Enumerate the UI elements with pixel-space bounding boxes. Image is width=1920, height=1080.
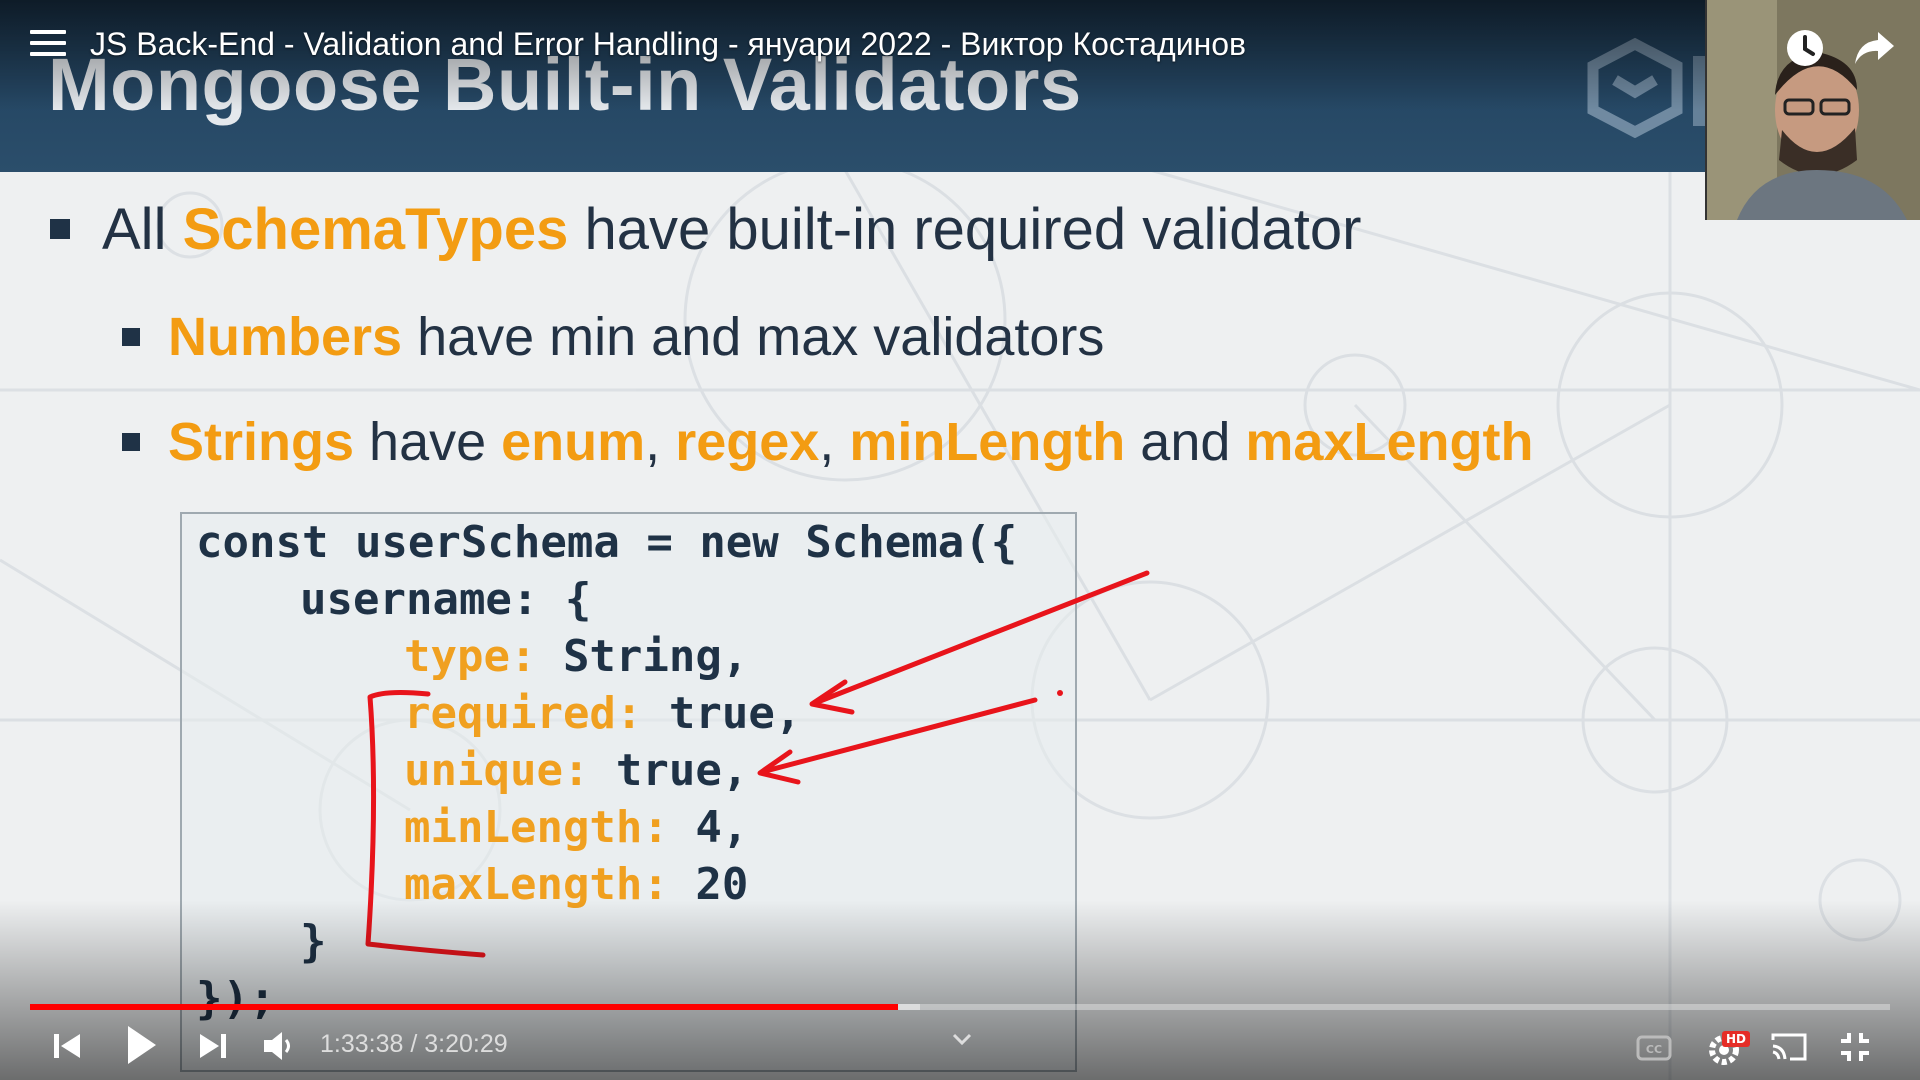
highlighted-term: maxLength — [1245, 412, 1534, 472]
share-arrow-icon[interactable] — [1852, 26, 1896, 70]
progress-bar[interactable] — [30, 1004, 1890, 1010]
bullet-square-icon — [122, 327, 140, 346]
hd-badge: HD — [1722, 1031, 1751, 1047]
code-token: 4, — [668, 802, 749, 853]
code-token: username: { — [300, 574, 592, 625]
bullet-numbers: Numbers have min and max validators — [122, 305, 1104, 368]
code-line: required: true, — [404, 685, 801, 743]
progress-played — [30, 1004, 898, 1010]
code-key: type: — [404, 631, 537, 682]
bullet-square-icon — [122, 432, 140, 451]
captions-icon[interactable]: CC — [1636, 1034, 1672, 1062]
bullet-phrase: and — [1125, 412, 1246, 472]
highlighted-term: Numbers — [168, 307, 403, 367]
playlist-menu-icon[interactable] — [30, 30, 66, 60]
highlighted-term: minLength — [849, 412, 1126, 472]
code-line: const userSchema = new Schema({ — [196, 514, 1017, 572]
bullet-schematypes: All SchemaTypes have built-in required v… — [50, 195, 1361, 263]
previous-icon[interactable] — [52, 1026, 84, 1066]
play-icon[interactable] — [124, 1022, 160, 1068]
next-icon[interactable] — [196, 1026, 228, 1066]
exit-fullscreen-icon[interactable] — [1838, 1030, 1872, 1064]
duration: 3:20:29 — [424, 1030, 508, 1058]
code-token: String, — [536, 631, 749, 682]
code-token: true, — [642, 688, 802, 739]
highlighted-term: regex — [675, 412, 820, 472]
bullet-square-icon — [50, 219, 70, 239]
code-line: type: String, — [404, 628, 748, 686]
code-line: unique: true, — [404, 742, 748, 800]
bullet-phrase: have built-in required validator — [568, 197, 1362, 262]
code-token: true, — [589, 745, 749, 796]
code-line: username: { — [300, 571, 591, 629]
svg-text:CC: CC — [1646, 1043, 1662, 1056]
code-key: required: — [404, 688, 643, 739]
bullet-phrase: have min and max validators — [402, 307, 1105, 367]
bullet-phrase: , — [819, 412, 850, 472]
chevron-down-icon[interactable] — [950, 1030, 974, 1048]
time-separator: / — [403, 1030, 425, 1058]
bullet-phrase: All — [102, 197, 183, 262]
cast-icon[interactable] — [1770, 1030, 1808, 1062]
bullet-text: Numbers have min and max validators — [168, 305, 1104, 368]
volume-icon[interactable] — [262, 1026, 294, 1066]
bullet-phrase: have — [354, 412, 502, 472]
highlighted-term: enum — [501, 412, 646, 472]
highlighted-term: Strings — [168, 412, 355, 472]
highlighted-term: SchemaTypes — [182, 197, 569, 262]
code-key: unique: — [404, 745, 590, 796]
code-token: const userSchema = new Schema({ — [196, 517, 1018, 568]
code-key: minLength: — [404, 802, 669, 853]
bullet-phrase: , — [645, 412, 676, 472]
code-line: minLength: 4, — [404, 799, 748, 857]
current-time: 1:33:38 — [320, 1030, 404, 1058]
bullet-text: All SchemaTypes have built-in required v… — [102, 195, 1361, 263]
time-display: 1:33:38 / 3:20:29 — [320, 1030, 508, 1059]
bullet-text: Strings have enum, regex, minLength and … — [168, 410, 1533, 473]
bullet-strings: Strings have enum, regex, minLength and … — [122, 410, 1533, 473]
video-title[interactable]: JS Back-End - Validation and Error Handl… — [90, 26, 1246, 63]
clock-icon[interactable] — [1783, 26, 1827, 70]
